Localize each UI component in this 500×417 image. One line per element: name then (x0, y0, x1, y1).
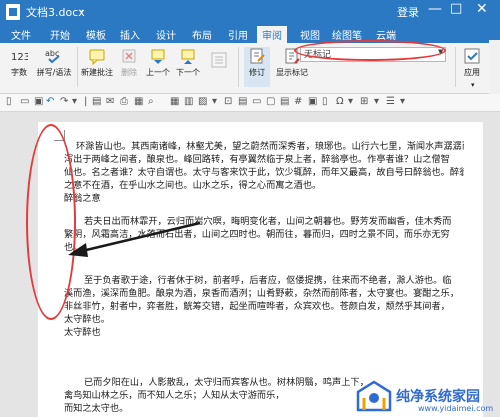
tab-view[interactable]: 视图 (300, 27, 320, 42)
paragraph-line: 溪而渔，溪深而鱼肥。酿泉为酒，泉香而酒洌；山肴野蔌，杂然而前陈者，太守宴也。宴酣… (64, 288, 460, 299)
apply-dropdown-icon[interactable]: ▾ (471, 81, 475, 89)
image-icon[interactable]: ▨ (198, 96, 207, 107)
document-title: 文档3.docx (26, 6, 85, 19)
ribbon-tabs: 文件 开始 模板 插入 设计 布局 引用 审阅 视图 绘图笔 云端 (0, 24, 500, 44)
paragraph-line: 泻出于两峰之间者，酿泉也。峰回路转，有亭翼然临于泉上者，醉翁亭也。作亭者谁？山之… (64, 154, 450, 165)
tab-review[interactable]: 审阅 (257, 26, 287, 44)
paragraph-1[interactable]: 环滁皆山也。其西南诸峰，林壑尤美，望之蔚然而深秀者，琅琊也。山行六七里，渐闻水声… (64, 140, 464, 205)
quick-access-toolbar: ▯ ▭ ▣ ↶ ↷ ▾ | ▤ ✉ ⎙ ▦ ⌕ ▦ ▥ ▨ ▾ ⊡ ▤ ▭ ▢ … (0, 94, 500, 112)
screenshot-icon[interactable]: ⊡ (224, 96, 232, 107)
separator-icon: | (84, 96, 88, 107)
customize-toolbar-icon[interactable]: ▾ (400, 96, 405, 107)
spelling-label: 拼写/语法 (36, 68, 72, 77)
new-comment-button[interactable]: 新建批注 (80, 47, 114, 78)
track-changes-icon (250, 48, 265, 64)
title-bar: 文档3.docx ⌄ 登录 — □ ✕ (0, 0, 500, 24)
next-comment-icon (181, 49, 195, 64)
print-preview-icon[interactable]: ▤ (92, 96, 101, 107)
prev-comment-icon (151, 49, 165, 64)
symbol-icon[interactable]: ▣ (308, 96, 317, 107)
paragraph-line: 之意不在酒，在乎山水之间也。山水之乐，得之心而寓之酒也。 (64, 180, 322, 191)
delete-label: 删除 (121, 68, 137, 77)
print-icon[interactable]: ⎙ (120, 96, 128, 107)
next-comment-button[interactable]: 下一个 (174, 47, 202, 78)
omega-symbol-icon[interactable]: Ω (336, 96, 344, 107)
chevron-down-icon[interactable]: ⌄ (77, 4, 85, 15)
watermark-logo-icon (356, 380, 392, 412)
zoom-icon[interactable]: ⌕ (148, 96, 154, 107)
apply-button[interactable]: 应用 (460, 47, 484, 78)
word-count-button[interactable]: 123 字数 (6, 47, 32, 78)
spell-check-icon: abc (45, 49, 60, 64)
list-icon[interactable]: ☰ (386, 96, 395, 107)
paragraph-line: 非丝非竹，射者中，弈者胜，觥筹交错，起坐而喧哗者，众宾欢也。苍颜白发，颓然乎其间… (64, 301, 450, 312)
open-folder-icon[interactable]: ▭ (20, 96, 29, 107)
svg-text:123: 123 (11, 52, 28, 63)
new-comment-label: 新建批注 (81, 68, 113, 77)
dropdown-caret-icon[interactable]: ▾ (72, 96, 77, 107)
tab-file[interactable]: 文件 (11, 27, 31, 42)
tab-design[interactable]: 设计 (156, 27, 176, 42)
paragraph-line: 醉翁之意 (64, 193, 101, 204)
paragraph-line: 太守醉也。 (64, 314, 110, 325)
shape-icon[interactable]: ▭ (252, 96, 261, 107)
paragraph-line: 仙也。名之者谁？太守自谓也。太守与客来饮于此，饮少辄醉，而年又最高，故自号曰醉翁… (64, 167, 464, 178)
word-count-label: 字数 (11, 68, 27, 77)
paragraph-3[interactable]: 至于负者歌于途，行者休于树，前者呼，后者应，伛偻提携，往来而不绝者，滁人游也。临… (64, 274, 464, 339)
insert-table-icon[interactable]: ▥ (184, 96, 193, 107)
tab-home[interactable]: 开始 (50, 27, 70, 42)
maximize-button[interactable]: □ (450, 1, 462, 16)
delete-comment-icon (122, 49, 136, 63)
apply-check-icon (464, 48, 480, 64)
show-markup-label: 显示标记 (276, 68, 308, 77)
new-document-icon[interactable]: ▯ (6, 96, 12, 107)
table-icon[interactable]: ▦ (170, 96, 179, 107)
tab-template[interactable]: 模板 (86, 27, 106, 42)
header-icon[interactable]: ▤ (280, 96, 289, 107)
paragraph-line: 太守醉也 (64, 327, 101, 338)
divider (455, 47, 456, 87)
spelling-button[interactable]: abc 拼写/语法 (34, 47, 74, 78)
minimize-button[interactable]: — (428, 1, 442, 17)
annotation-arrow (68, 221, 201, 257)
paragraph-line: 环滁皆山也。其西南诸峰，林壑尤美，望之蔚然而深秀者，琅琊也。山行六七里，渐闻水声… (76, 141, 464, 152)
word-count-icon: 123 (11, 52, 28, 63)
email-icon[interactable]: ✉ (106, 96, 114, 107)
prev-comment-button[interactable]: 上一个 (144, 47, 172, 78)
tab-layout[interactable]: 布局 (192, 27, 212, 42)
divider (77, 47, 78, 87)
tab-insert[interactable]: 插入 (120, 27, 140, 42)
format-painter-icon[interactable]: ▦ (134, 96, 143, 107)
new-comment-icon (89, 49, 105, 65)
watermark-title: 纯净系统家园 (396, 389, 480, 405)
dropdown-caret-icon[interactable]: ▾ (348, 96, 353, 107)
comment-grid-icon (211, 52, 227, 68)
login-button[interactable]: 登录 (397, 4, 419, 20)
watermark-url: www.yidaimei.com (418, 404, 494, 413)
word-app-icon (6, 4, 20, 20)
dropdown-caret-icon[interactable]: ▾ (212, 96, 217, 107)
textbox-icon[interactable]: ▢ (266, 96, 275, 107)
track-changes-button[interactable]: 修订 (244, 47, 270, 87)
paragraph-line: 至于负者歌于途，行者休于树，前者呼，后者应，伛偻提携，往来而不绝者，滁人游也。临 (84, 275, 452, 286)
apply-label: 应用 (464, 68, 480, 77)
delete-comment-button[interactable]: 删除 (116, 47, 142, 78)
ribbon-scroll[interactable] (489, 40, 500, 100)
close-button[interactable]: ✕ (476, 1, 488, 17)
next-comment-label: 下一个 (176, 68, 200, 77)
annotation-circle (294, 40, 446, 61)
page-icon[interactable]: ▯ (322, 96, 328, 107)
dropdown-caret-icon[interactable]: ▾ (374, 96, 379, 107)
prev-comment-label: 上一个 (146, 68, 170, 77)
chart-icon[interactable]: ▤ (238, 96, 247, 107)
redo-icon[interactable]: ↷ (60, 96, 68, 107)
divider (238, 47, 239, 87)
page-number-icon[interactable]: # (294, 96, 302, 107)
track-changes-label: 修订 (249, 68, 265, 77)
undo-icon[interactable]: ↶ (46, 96, 54, 107)
save-icon[interactable]: ▣ (34, 96, 43, 107)
comment-extra-button[interactable] (204, 51, 234, 81)
equation-icon[interactable]: ⊞ (360, 96, 368, 107)
tab-references[interactable]: 引用 (228, 27, 248, 42)
